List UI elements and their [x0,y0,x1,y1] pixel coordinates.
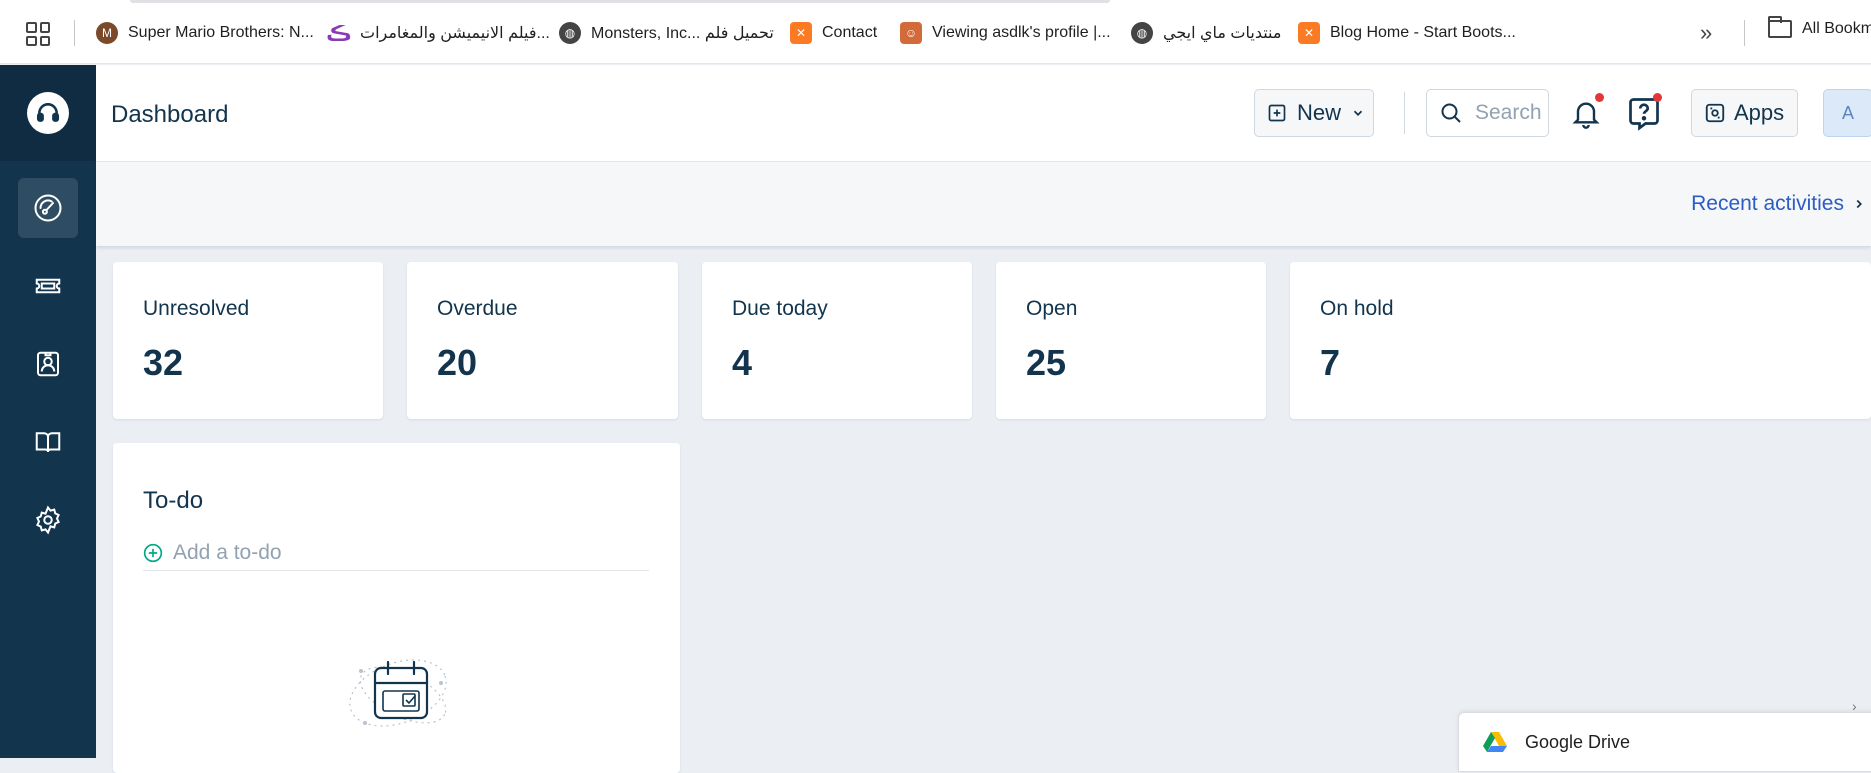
apps-icon [1705,103,1725,123]
bookmark-label: فيلم الانيميشن والمغامرات... [360,25,550,42]
recent-activities-label: Recent activities [1691,192,1844,215]
new-button-label: New [1297,100,1342,125]
book-icon [35,432,61,453]
new-button[interactable]: New [1254,89,1374,137]
divider [1744,20,1745,46]
divider [1404,92,1405,134]
apps-button-label: Apps [1734,100,1785,125]
globe-icon: ◍ [1131,22,1153,44]
todo-widget: To-do Add a to-do [113,443,680,773]
folder-icon [1768,16,1792,38]
face-icon: ☺ [900,22,922,44]
calendar-illustration-icon [349,659,447,727]
summary-card-overdue[interactable]: Overdue 20 [407,262,678,419]
sidebar-item-admin[interactable] [18,490,78,550]
globe-icon: ◍ [559,22,581,44]
swirl-icon: ڪ [326,22,352,45]
todo-title: To-do [143,487,204,514]
ticket-icon [35,278,61,294]
more-bookmarks-chevron-icon[interactable]: » [1700,20,1712,46]
card-value: 20 [437,342,478,383]
page-title: Dashboard [111,101,229,128]
bookmark-label: Monsters, Inc... تحميل فلم [591,25,774,42]
search-input[interactable]: Search [1426,89,1549,137]
chevron-down-icon [1353,110,1363,116]
mario-icon: M [96,22,118,44]
google-drive-popup[interactable]: Google Drive [1458,712,1871,772]
all-bookmarks-button[interactable]: All Bookm [1768,16,1871,38]
card-value: 7 [1320,342,1341,383]
search-icon [1441,103,1461,123]
apps-grid-icon[interactable] [26,22,50,46]
apps-button[interactable]: Apps [1691,89,1798,137]
summary-card-due-today[interactable]: Due today 4 [702,262,972,419]
bookmark-label: Contact [822,24,878,41]
bookmark-item[interactable]: ✕ Blog Home - Start Boots... [1298,20,1516,46]
contact-card-icon [37,351,59,377]
summary-card-open[interactable]: Open 25 [996,262,1266,419]
sidebar-item-dashboard[interactable] [18,178,78,238]
xampp-icon: ✕ [790,22,812,44]
summary-card-unresolved[interactable]: Unresolved 32 [113,262,383,419]
card-label: Open [1026,297,1078,320]
bookmark-label: منتديات ماي ايجي [1163,25,1282,42]
add-todo-input[interactable]: Add a to-do [143,535,649,571]
add-todo-placeholder: Add a to-do [173,540,282,564]
gauge-icon [34,194,62,222]
brand-logo[interactable] [0,65,96,161]
search-placeholder: Search [1475,101,1542,124]
card-label: Due today [732,297,828,320]
divider [74,20,75,46]
bookmark-item[interactable]: ◍ Monsters, Inc... تحميل فلم [559,20,774,46]
bookmark-item[interactable]: ✕ Contact [790,20,877,46]
bookmark-item[interactable]: ☺ Viewing asdlk's profile |... [900,20,1111,46]
sidebar [0,65,96,758]
bookmark-label: Super Mario Brothers: N... [128,24,314,41]
google-drive-icon [1483,732,1507,752]
notification-dot [1653,93,1662,102]
bookmark-item[interactable]: ◍ منتديات ماي ايجي [1131,20,1281,46]
card-label: On hold [1320,297,1394,320]
tab-strip-edge [130,0,1110,3]
plus-square-icon [1268,104,1286,122]
notification-dot [1595,93,1604,102]
card-label: Unresolved [143,297,250,320]
bookmarks-bar: M Super Mario Brothers: N... ڪ فيلم الان… [0,0,1871,64]
card-value: 4 [732,342,753,383]
sidebar-item-solutions[interactable] [18,412,78,472]
bookmark-item[interactable]: ڪ فيلم الانيميشن والمغامرات... [326,20,550,46]
help-button[interactable] [1624,93,1664,133]
sidebar-item-tickets[interactable] [18,256,78,316]
headset-icon [27,92,69,134]
add-circle-icon [143,543,163,562]
bookmark-label: Viewing asdlk's profile |... [932,24,1111,41]
chevron-right-icon [1856,199,1862,209]
card-label: Overdue [437,297,518,320]
google-drive-label: Google Drive [1525,731,1631,752]
all-bookmarks-label: All Bookm [1802,20,1871,37]
xampp-icon: ✕ [1298,22,1320,44]
notifications-button[interactable] [1566,93,1606,133]
bookmark-label: Blog Home - Start Boots... [1330,24,1516,41]
gear-icon [36,505,60,535]
avatar[interactable]: A [1823,89,1871,137]
bookmark-item[interactable]: M Super Mario Brothers: N... [96,20,314,46]
card-value: 32 [143,342,184,383]
card-value: 25 [1026,342,1067,383]
recent-activities-link[interactable]: Recent activities [1691,192,1866,216]
top-header: Dashboard New Search Apps A [96,65,1871,162]
dashboard-toolbar: Recent activities [96,162,1871,246]
summary-card-on-hold[interactable]: On hold 7 [1290,262,1871,419]
sidebar-item-contacts[interactable] [18,334,78,394]
